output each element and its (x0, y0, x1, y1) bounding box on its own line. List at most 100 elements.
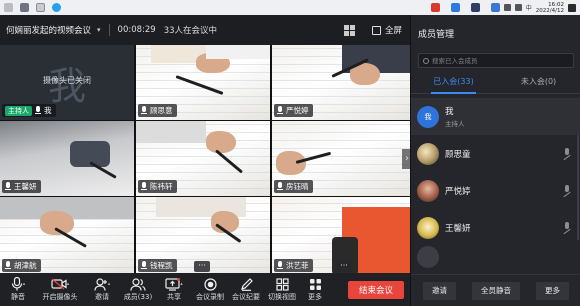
video-tile[interactable]: 钱程凯 ··· (136, 197, 270, 275)
fullscreen-label: 全屏 (384, 26, 402, 36)
record-icon (203, 277, 217, 291)
mute-button[interactable]: ▴ 静音 (0, 273, 36, 306)
system-tray: 中 16:02 2022/4/12 (424, 2, 576, 14)
tile-name-label: 钱程凯 (138, 259, 177, 272)
invite-button[interactable]: ▴ 邀请 (84, 273, 120, 306)
camera-label: 开启摄像头 (42, 293, 78, 301)
member-row[interactable] (411, 246, 580, 268)
video-tile[interactable]: 洪艺菲 ··· (272, 197, 412, 275)
tile-name-label: 洪艺菲 (274, 259, 313, 272)
member-list: 我 我 主持人 顾思童 严悦婷 王馨妍 (411, 98, 580, 268)
more-button[interactable]: 更多 (300, 273, 330, 306)
minutes-icon (240, 277, 253, 291)
member-search-input[interactable] (432, 56, 562, 65)
mic-icon (277, 106, 283, 115)
mute-all-button[interactable]: 全员静音 (472, 281, 520, 300)
member-name: 顾思童 (445, 149, 471, 160)
tile-more-icon[interactable]: ··· (336, 261, 352, 272)
member-row[interactable]: 王馨妍 (411, 209, 580, 246)
mic-muted-icon[interactable] (563, 185, 571, 197)
meeting-title[interactable]: 何娴丽发起的视频会议 (6, 24, 91, 36)
mic-muted-icon[interactable] (563, 148, 571, 160)
panel-more-button[interactable]: 更多 (536, 281, 569, 300)
tile-name-label: 严悦婷 (274, 104, 313, 117)
camera-off-icon: ▴ (51, 277, 69, 291)
divider (108, 24, 110, 36)
invite-button[interactable]: 邀请 (423, 281, 456, 300)
network-icon[interactable] (503, 4, 511, 11)
member-name: 严悦婷 (445, 186, 471, 197)
member-name: 王馨妍 (445, 223, 471, 234)
tray-app-icon[interactable] (430, 3, 440, 12)
minutes-label: 会议纪要 (232, 293, 260, 301)
video-tile[interactable]: 陈祎轩 (136, 121, 270, 196)
minutes-button[interactable]: 会议纪要 (228, 273, 264, 306)
switch-view-button[interactable]: 切换视图 (264, 273, 300, 306)
avatar (417, 142, 439, 165)
os-taskbar: 中 16:02 2022/4/12 (0, 0, 580, 15)
video-tile[interactable]: 严悦婷 (272, 45, 412, 120)
tab-not-joined[interactable]: 未入会(0) (496, 72, 580, 93)
member-row[interactable]: 顾思童 (411, 135, 580, 172)
add-user-icon: ▴ (94, 277, 110, 291)
panel-title: 成员管理 (418, 30, 455, 40)
camera-button[interactable]: ▴ 开启摄像头 (36, 273, 84, 306)
record-button[interactable]: 会议录制 (192, 273, 228, 306)
member-role: 主持人 (445, 120, 465, 128)
tile-name-label: 王馨妍 (2, 180, 41, 193)
participant-name: 严悦婷 (286, 106, 309, 115)
panel-footer: 邀请 全员静音 更多 (411, 274, 580, 306)
participant-count: 33人在会议中 (163, 26, 218, 36)
members-icon (130, 277, 146, 291)
volume-icon[interactable] (514, 4, 522, 11)
meeting-app-icon[interactable] (52, 3, 61, 12)
meeting-toolbar: ▴ 静音 ▴ 开启摄像头 ▴ 邀请 成员(33) ▴ 共享 会议录制 会议纪要 … (0, 273, 410, 306)
participant-name: 王馨妍 (14, 182, 37, 191)
video-tile[interactable]: 房钰晴 › (272, 121, 412, 196)
end-meeting-button[interactable]: 结束会议 (348, 281, 404, 299)
notification-icon[interactable] (568, 3, 576, 12)
participant-name: 房钰晴 (286, 182, 309, 191)
avatar (417, 246, 439, 268)
layout-grid-icon[interactable] (344, 25, 355, 36)
tile-name-label: 胡津航 (2, 259, 41, 272)
explorer-icon[interactable] (36, 3, 45, 12)
mic-muted-icon[interactable] (563, 222, 571, 234)
share-label: 共享 (167, 293, 181, 301)
more-icon (309, 277, 322, 291)
member-row[interactable]: 严悦婷 (411, 172, 580, 209)
tab-joined[interactable]: 已入会(33) (411, 72, 496, 94)
share-button[interactable]: ▴ 共享 (156, 273, 192, 306)
member-search[interactable] (418, 53, 574, 68)
mic-icon (277, 261, 283, 270)
avatar (417, 179, 439, 202)
video-tile-self[interactable]: 我 摄像头已关闭 主持人 我 (0, 45, 134, 120)
video-tile[interactable]: 胡津航 (0, 197, 134, 275)
mic-icon (141, 106, 147, 115)
tray-app-icon[interactable] (490, 3, 500, 12)
tile-name-label: 陈祎轩 (138, 180, 177, 193)
start-icon[interactable] (4, 3, 13, 12)
taskview-icon[interactable] (20, 3, 29, 12)
invite-label: 邀请 (95, 293, 109, 301)
mic-icon (141, 261, 147, 270)
participant-name: 洪艺菲 (286, 261, 309, 270)
clock[interactable]: 16:02 2022/4/12 (536, 2, 564, 14)
member-tabs: 已入会(33) 未入会(0) (411, 72, 580, 94)
share-screen-icon: ▴ (165, 277, 183, 291)
tile-more-icon[interactable]: ··· (194, 261, 210, 272)
input-language[interactable]: 中 (526, 3, 532, 12)
member-row-self[interactable]: 我 我 主持人 (411, 98, 580, 135)
chevron-down-icon[interactable]: ▾ (97, 26, 101, 34)
participant-name: 我 (44, 106, 52, 115)
tray-app-icon[interactable] (450, 3, 460, 12)
video-tile[interactable]: 王馨妍 (0, 121, 134, 196)
fullscreen-button[interactable]: 全屏 (371, 24, 402, 36)
tray-app-icon[interactable] (470, 3, 480, 12)
avatar (417, 216, 439, 239)
mic-icon (141, 182, 147, 191)
grid-view-icon (275, 277, 289, 291)
video-tile[interactable]: 顾思意 (136, 45, 270, 120)
record-label: 会议录制 (196, 293, 224, 301)
members-button[interactable]: 成员(33) (120, 273, 156, 306)
